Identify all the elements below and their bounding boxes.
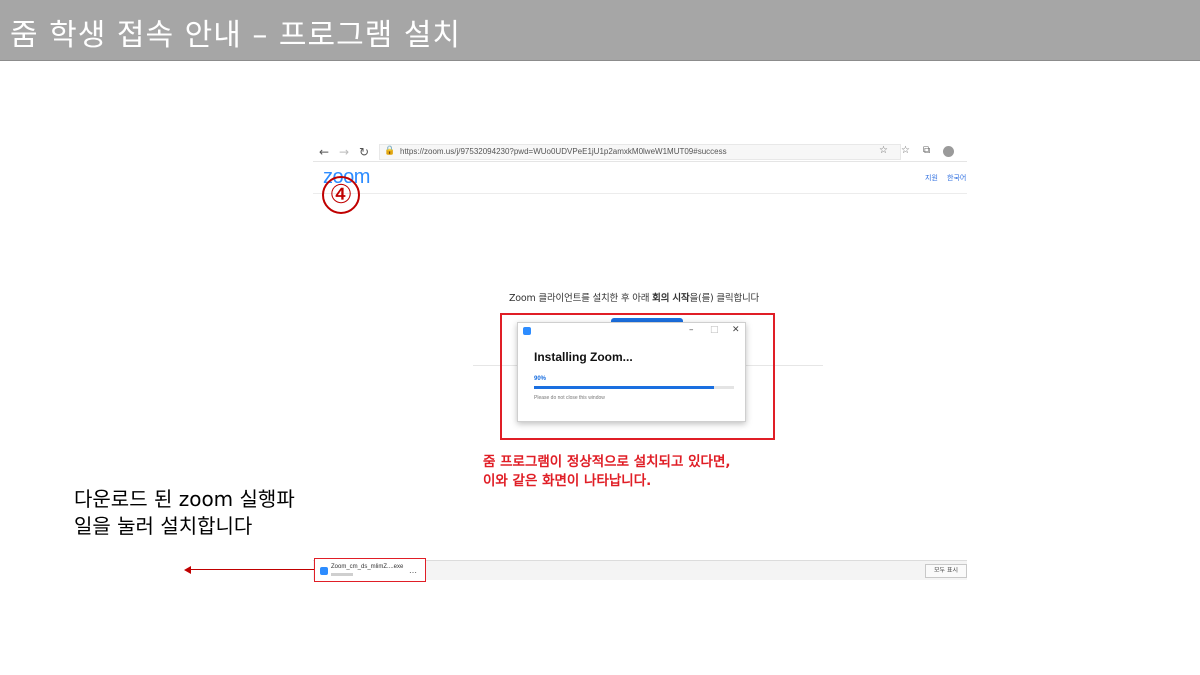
lock-icon: 🔒: [384, 146, 396, 156]
exe-file-icon: [320, 567, 328, 575]
avatar[interactable]: [943, 146, 954, 157]
more-options-icon[interactable]: …: [409, 567, 417, 575]
browser-toolbar: ← → ↻ 🔒 https://zoom.us/j/97532094230?pw…: [313, 142, 967, 162]
progress-bar: [534, 386, 734, 389]
maximize-icon[interactable]: □: [710, 325, 719, 335]
download-item[interactable]: Zoom_cm_ds_mlimZ....exe …: [314, 558, 426, 582]
minimize-icon[interactable]: –: [689, 325, 694, 335]
back-icon[interactable]: ←: [319, 144, 329, 160]
forward-icon[interactable]: →: [339, 144, 349, 160]
slide-title: 줌 학생 접속 안내 – 프로그램 설치: [10, 18, 462, 53]
collections-icon[interactable]: ☆: [901, 145, 910, 156]
install-caption: 줌 프로그램이 정상적으로 설치되고 있다면, 이와 같은 화면이 나타납니다.: [483, 453, 731, 491]
installer-title: Installing Zoom...: [534, 350, 633, 364]
side-instruction: 다운로드 된 zoom 실행파일을 눌러 설치합니다: [74, 487, 295, 538]
instruction-bold: 회의 시작: [652, 293, 690, 304]
favorite-icon[interactable]: ☆: [879, 145, 888, 156]
instruction-before: Zoom 클라이언트를 설치한 후 아래: [509, 293, 653, 304]
extensions-icon[interactable]: ⧉: [923, 145, 930, 156]
close-icon[interactable]: ✕: [732, 325, 740, 335]
support-link[interactable]: 지원: [925, 173, 938, 183]
address-bar[interactable]: 🔒 https://zoom.us/j/97532094230?pwd=WUo0…: [379, 144, 901, 160]
pointer-arrow-head: [184, 566, 191, 574]
instruction-after: 을(를) 클릭합니다: [689, 293, 760, 304]
caption-line-2: 이와 같은 화면이 나타납니다.: [483, 473, 652, 489]
step-number-badge: ④: [322, 176, 360, 214]
show-all-downloads-button[interactable]: 모두 표시: [925, 564, 967, 578]
caption-line-1: 줌 프로그램이 정상적으로 설치되고 있다면,: [483, 454, 731, 470]
zoom-app-icon: [523, 327, 531, 335]
slide-header: 줌 학생 접속 안내 – 프로그램 설치: [0, 0, 1200, 61]
url-text: https://zoom.us/j/97532094230?pwd=WUo0UD…: [400, 147, 727, 156]
language-link[interactable]: 한국어: [947, 173, 966, 183]
reload-icon[interactable]: ↻: [359, 144, 369, 160]
installer-note: Please do not close this window: [534, 395, 605, 401]
pointer-arrow-line: [190, 569, 314, 570]
progress-fill: [534, 386, 714, 389]
progress-percent: 90%: [534, 376, 547, 382]
download-file-meta: [331, 573, 353, 576]
download-file-name: Zoom_cm_ds_mlimZ....exe: [331, 564, 404, 570]
zoom-page-header: zoom 지원 한국어: [313, 164, 967, 194]
install-instruction: Zoom 클라이언트를 설치한 후 아래 회의 시작을(를) 클릭합니다: [509, 290, 789, 304]
installer-dialog: – □ ✕ Installing Zoom... 90% Please do n…: [517, 322, 746, 422]
